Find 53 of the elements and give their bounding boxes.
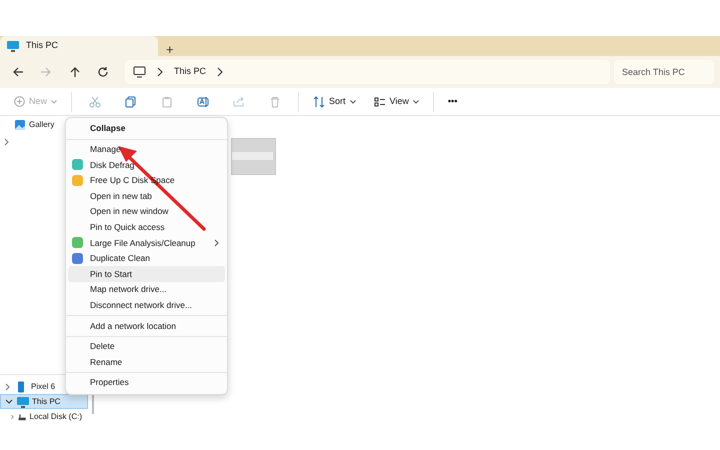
back-icon[interactable] (12, 66, 24, 78)
menu-item[interactable]: Map network drive... (68, 282, 225, 298)
paste-icon[interactable] (161, 96, 174, 108)
plus-circle-icon (14, 96, 25, 107)
copy-icon[interactable] (125, 96, 138, 108)
tab[interactable]: This PC (0, 36, 158, 56)
caret-icon (412, 100, 419, 104)
address-bar[interactable]: This PC (125, 60, 610, 84)
rename-icon[interactable] (197, 96, 210, 108)
caret-icon (350, 100, 356, 104)
chevron-icon (216, 67, 224, 77)
sort-button[interactable]: Sort (305, 90, 364, 112)
menu-item[interactable]: Rename (68, 354, 225, 370)
chevron-icon (4, 138, 10, 146)
caret-icon (51, 100, 58, 104)
computer-icon (16, 396, 29, 408)
new-tab-button[interactable]: + (158, 43, 182, 56)
menu-item[interactable]: Large File Analysis/Cleanup (68, 235, 225, 251)
menu-item[interactable]: Open in new window (68, 204, 225, 220)
sort-icon (313, 96, 326, 108)
menu-item[interactable]: Delete (68, 338, 225, 354)
tree-item[interactable]: Local Disk (C:) (0, 409, 88, 424)
menu-item[interactable]: Manage (68, 142, 225, 158)
up-icon[interactable] (68, 66, 81, 78)
refresh-icon[interactable] (96, 66, 109, 78)
drive-tile[interactable] (231, 138, 276, 175)
menu-item[interactable]: Open in new tab (68, 188, 225, 204)
expanded-chevron-icon (5, 398, 13, 406)
menu-item[interactable]: Add a network location (68, 318, 225, 334)
forward-icon[interactable] (40, 66, 52, 78)
share-icon[interactable] (233, 96, 246, 108)
search-field[interactable]: Search This PC (614, 60, 714, 84)
monitor-icon (133, 66, 146, 78)
chevron-icon (156, 67, 164, 77)
menu-item[interactable]: Pin to Start (68, 266, 225, 282)
more-button[interactable]: ••• (440, 90, 466, 112)
menu-item[interactable]: Disconnect network drive... (68, 298, 225, 314)
menu-item[interactable]: Collapse (68, 121, 225, 137)
collapsed-chevron-icon (4, 382, 12, 390)
capacity-bar (232, 152, 273, 160)
menu-item[interactable]: Pin to Quick access (68, 220, 225, 236)
tree-item[interactable]: This PC (0, 394, 88, 409)
list-view-icon (374, 96, 386, 108)
tab-title: This PC (26, 39, 58, 52)
computer-icon (6, 40, 20, 52)
gallery-icon (14, 118, 26, 130)
submenu-chevron-icon (214, 239, 219, 248)
view-button[interactable]: View (366, 90, 427, 112)
collapsed-chevron-icon (10, 412, 16, 420)
menu-item[interactable]: Duplicate Clean (68, 250, 225, 266)
trash-icon[interactable] (269, 96, 282, 108)
breadcrumb-item[interactable]: This PC (174, 65, 206, 79)
cut-icon[interactable] (89, 96, 102, 108)
